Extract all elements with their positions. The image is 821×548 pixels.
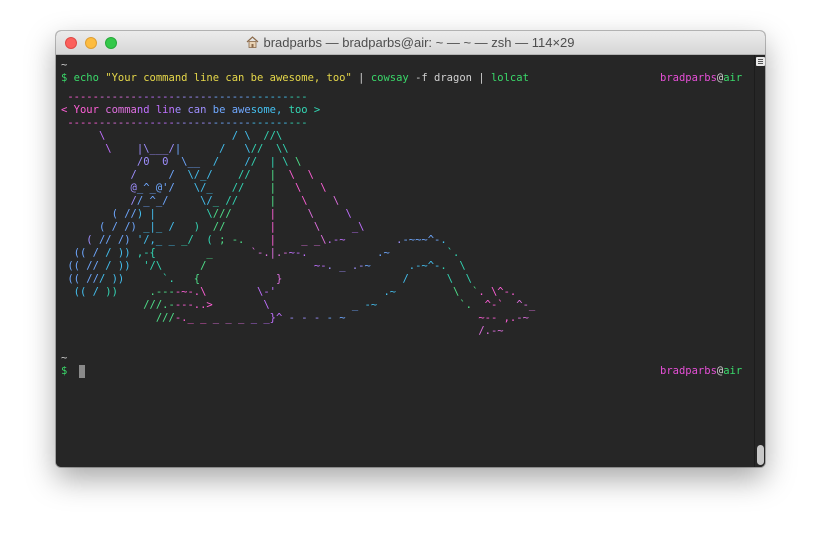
art-line: /.-~ [478,325,504,337]
prompt-dollar: $ [61,72,68,84]
cmd-flag: -f dragon [415,72,472,84]
scrollbar[interactable] [754,55,765,467]
art-line: -------------------------------------- [61,117,308,129]
art-line: < Your command line can be awesome, too … [61,104,321,116]
art-line: (( // / )) '/\ / ~-. _ .-~ .-~^-. \ [61,260,466,272]
art-line: /0 0 \__ / // | \ \ [136,156,302,168]
art-line: (( /// )) `. { } / \ \ [61,273,472,285]
art-line: (( / / )) ,-{ _ `-.|.-~-. .~ `. [61,247,460,259]
art-line: (( / )) .----~-.\ \-' .~ \ `. \^-. [61,286,517,298]
art-line: ///-._ _ _ _ _ _ _}^ - - - - ~ ~-- ,.-~ [136,312,529,324]
right-prompt-user-2: bradparbs [660,365,717,377]
right-prompt-2: bradparbs@air [660,365,742,378]
command-line: $ echo "Your command line can be awesome… [61,72,529,85]
prompt-dollar-2: $ [61,365,68,377]
art-line: \ |\___/| / \// \\ [98,143,289,155]
home-icon [246,36,259,51]
cmd-cowsay: cowsay [370,72,409,84]
cmd-pipe: | [358,72,365,84]
terminal-content[interactable]: ~ $ echo "Your command line can be aweso… [56,55,754,467]
cmd-echo: echo [73,72,99,84]
art-line: \ / \ //\ [98,130,283,142]
prompt-tilde-2: ~ [61,352,68,364]
cmd-string: "Your command line can be awesome, too" [105,72,352,84]
cmd-pipe-2: | [478,72,485,84]
window-title-text: bradparbs — bradparbs@air: ~ — ~ — zsh —… [263,35,575,50]
right-prompt-host-2: air [723,365,743,377]
terminal-window: bradparbs — bradparbs@air: ~ — ~ — zsh —… [56,31,765,467]
art-line: ///.----..> \ _ -~ `. ^-` ^-_ [136,299,536,311]
art-line: ( // /) '/,_ _ _/ ( ; -. | _ _\.-~ .-~~~… [61,234,447,246]
right-prompt-user: bradparbs [660,72,717,84]
art-line: -------------------------------------- [61,91,308,103]
scroll-menu-icon[interactable] [756,57,765,66]
title-bar[interactable]: bradparbs — bradparbs@air: ~ — ~ — zsh —… [56,31,765,55]
text-cursor [79,365,85,378]
prompt-tilde: ~ [61,59,68,71]
window-title: bradparbs — bradparbs@air: ~ — ~ — zsh —… [56,35,765,51]
cmd-lolcat: lolcat [490,72,529,84]
art-line: ( //) | \/// | \ \ [98,208,352,220]
right-prompt: bradparbs@air [660,72,742,85]
art-line: @_^_@'/ \/_ // | \ \ [98,182,327,194]
right-prompt-host: air [723,72,743,84]
art-line: ( / /) _|_ / ) // | \ _\ [98,221,365,233]
scroll-thumb[interactable] [757,445,764,465]
art-line: //_^_/ \/_ // | \ \ [98,195,340,207]
art-line: / / \/_/ // | \ \ [98,169,314,181]
